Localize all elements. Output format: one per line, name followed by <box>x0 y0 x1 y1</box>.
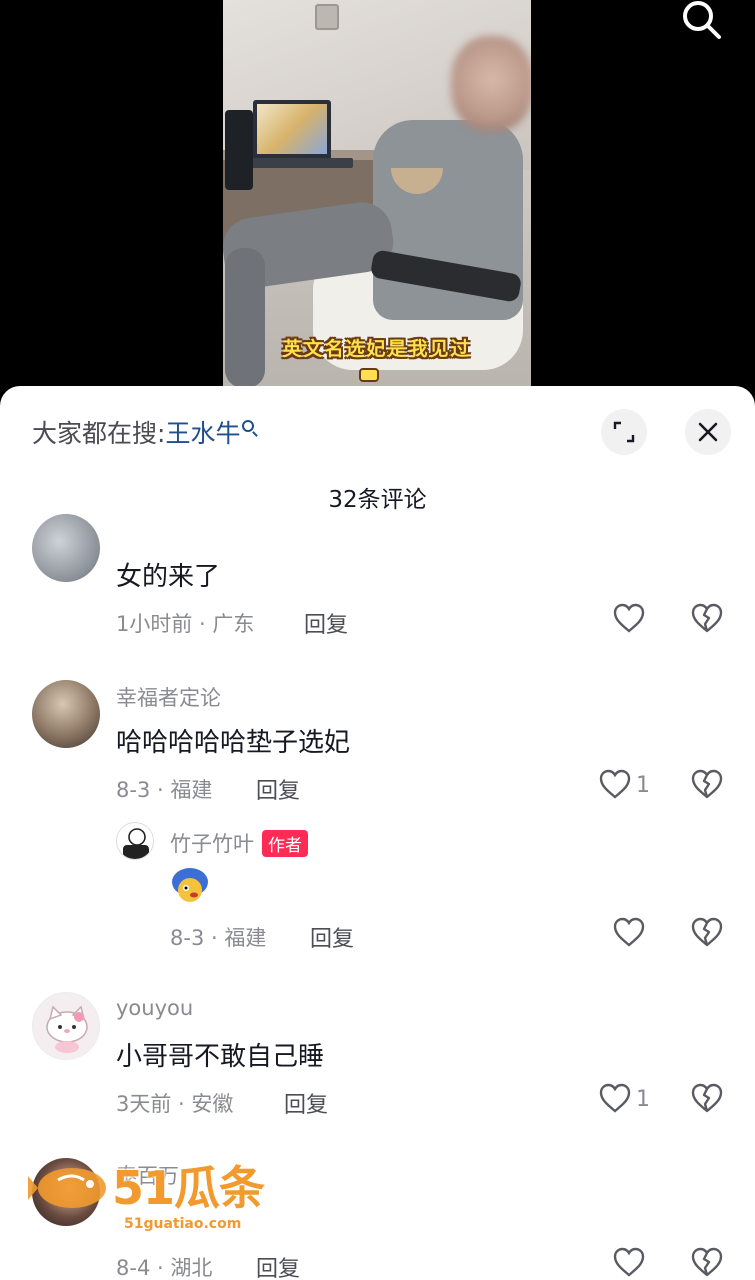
reply-username-text: 竹子竹叶 <box>170 832 254 856</box>
broken-heart-icon <box>691 1083 723 1113</box>
like-count: 1 <box>636 1087 650 1112</box>
comment-sheet: 大家都在搜:王水牛 32条评论 女的来了 1小时前 · 广东 回复 幸福者定论 … <box>0 386 755 1280</box>
author-badge: 作者 <box>262 829 308 857</box>
like-button[interactable] <box>612 1246 672 1280</box>
reply-meta: 8-3 · 福建 <box>170 926 267 950</box>
broken-heart-icon <box>691 603 723 633</box>
close-button[interactable] <box>685 409 731 455</box>
dislike-button[interactable] <box>690 916 730 956</box>
sketch-avatar-icon <box>123 828 149 859</box>
avatar[interactable] <box>116 822 154 860</box>
dislike-button[interactable] <box>690 1082 730 1122</box>
video-scene-legs-lower <box>225 248 265 388</box>
close-icon <box>698 422 718 442</box>
search-icon[interactable] <box>679 0 725 42</box>
broken-heart-icon <box>691 1247 723 1277</box>
like-button[interactable] <box>612 602 672 642</box>
avatar[interactable] <box>32 992 100 1060</box>
watermark-brand: 51瓜条 <box>112 1161 265 1215</box>
broken-heart-icon <box>691 769 723 799</box>
comment-count-title: 32条评论 <box>328 487 427 513</box>
comment-username[interactable]: youyou <box>116 996 193 1020</box>
reply-button[interactable]: 回复 <box>256 773 300 805</box>
comment-text: 小哥哥不敢自己睡 <box>116 1042 325 1072</box>
hot-search-keyword[interactable]: 王水牛 <box>165 419 240 448</box>
heart-icon <box>613 1247 645 1277</box>
emoji-icon <box>172 868 208 902</box>
emoji-sticker <box>170 866 210 906</box>
avatar[interactable] <box>32 514 100 582</box>
expand-icon <box>613 421 635 443</box>
comment-text: 哈哈哈哈哈垫子选妃 <box>116 728 351 758</box>
video-scene-laptop-base <box>243 158 353 168</box>
broken-heart-icon <box>691 917 723 947</box>
search-icon <box>242 420 255 432</box>
comment-username[interactable]: 幸福者定论 <box>116 682 221 712</box>
like-count: 1 <box>636 773 650 798</box>
comment-meta: 1小时前 · 广东 <box>116 612 255 636</box>
watermark-domain: 51guatiao.com <box>124 1216 242 1232</box>
dislike-button[interactable] <box>690 768 730 808</box>
reply-button[interactable]: 回复 <box>284 1087 328 1119</box>
avatar[interactable] <box>32 680 100 748</box>
comment-text: 女的来了 <box>116 562 221 592</box>
comment-meta: 8-4 · 湖北 <box>116 1256 213 1280</box>
video-scene-cup <box>225 110 253 190</box>
reply-button[interactable]: 回复 <box>310 921 354 953</box>
heart-icon <box>599 1083 631 1113</box>
video-scene-laptop <box>253 100 331 160</box>
expand-button[interactable] <box>601 409 647 455</box>
video-scene-blurred-face <box>451 36 531 132</box>
kitty-avatar-icon <box>46 1005 88 1053</box>
video-caption-fragment <box>359 368 379 382</box>
watermark-fish-icon <box>28 1168 106 1208</box>
heart-icon <box>599 769 631 799</box>
hot-search-prefix: 大家都在搜: <box>32 419 166 448</box>
watermark-logo: 51瓜条 51guatiao.com <box>28 1150 268 1240</box>
video-caption: 英文名选妃是我见过 <box>282 338 472 360</box>
like-button[interactable]: 1 <box>598 768 658 808</box>
hot-search-bar[interactable]: 大家都在搜:王水牛 <box>32 414 255 450</box>
heart-icon <box>613 917 645 947</box>
reply-button[interactable]: 回复 <box>304 607 348 639</box>
comment-meta: 8-3 · 福建 <box>116 778 213 802</box>
like-button[interactable]: 1 <box>598 1082 658 1122</box>
video-player[interactable]: 英文名选妃是我见过 <box>0 0 755 400</box>
heart-icon <box>613 603 645 633</box>
video-scene-outlet <box>315 4 339 30</box>
video-frame[interactable]: 英文名选妃是我见过 <box>223 0 531 400</box>
dislike-button[interactable] <box>690 1246 730 1280</box>
reply-username[interactable]: 竹子竹叶 作者 <box>170 828 308 859</box>
reply-button[interactable]: 回复 <box>256 1251 300 1280</box>
dislike-button[interactable] <box>690 602 730 642</box>
comment-meta: 3天前 · 安徽 <box>116 1092 234 1116</box>
like-button[interactable] <box>612 916 672 956</box>
